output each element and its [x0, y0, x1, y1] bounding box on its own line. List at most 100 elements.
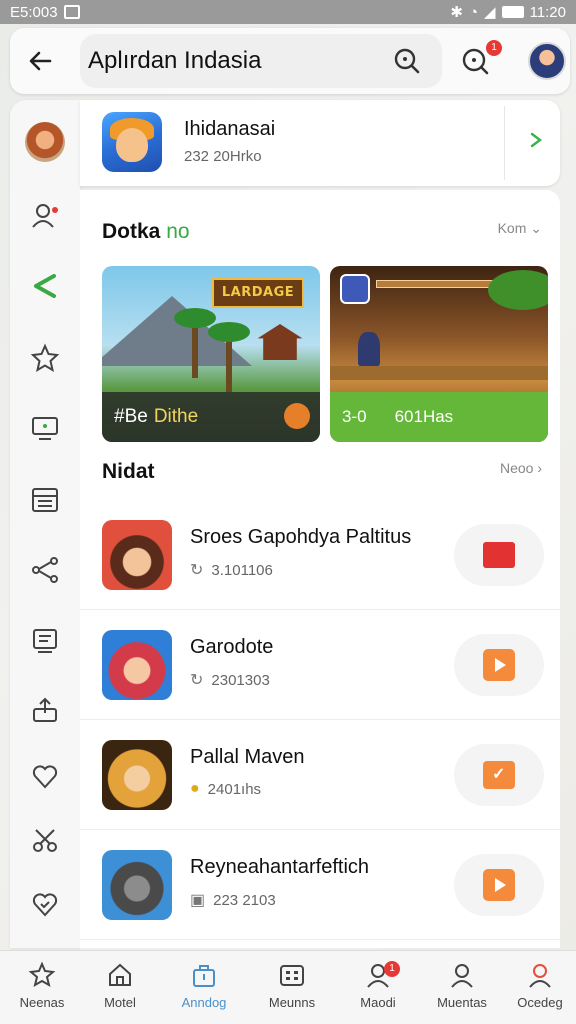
rail-likes[interactable]	[27, 758, 63, 794]
rail-user-avatar[interactable]	[25, 122, 65, 162]
palm-art	[174, 308, 216, 378]
game-banner-1[interactable]: LARDAGE #Be Dithe	[102, 266, 320, 442]
list-item-title: Garodote	[190, 636, 274, 658]
nav-label: Motel	[104, 995, 136, 1010]
game-banner-2[interactable]: 3-0 601Has	[330, 266, 548, 442]
app-icon	[102, 630, 172, 700]
nav-item-neenas[interactable]: Neenas	[6, 961, 78, 1021]
back-button[interactable]	[24, 44, 58, 78]
leaf-art	[488, 270, 548, 310]
rail-monitor[interactable]	[27, 410, 63, 446]
see-more-link-1[interactable]: Kom ⌄	[498, 220, 542, 237]
network-share-icon	[32, 557, 58, 583]
rail-documents[interactable]	[27, 622, 63, 658]
refresh-icon: ↻	[190, 672, 204, 689]
list-item-meta-value: 2301303	[211, 671, 270, 689]
share-icon	[34, 274, 56, 298]
floor-art	[330, 366, 548, 380]
heart-icon	[32, 765, 58, 789]
nav-label: Meunns	[268, 995, 316, 1010]
palm-art	[208, 322, 250, 392]
rail-upload[interactable]	[27, 692, 63, 728]
section-panel: Dotka no Kom ⌄ LARDAGE #Be Dithe 3-0 601…	[80, 190, 560, 948]
account-icon	[529, 964, 551, 988]
play-button[interactable]	[454, 634, 544, 696]
nav-item-maodi[interactable]: 1 Maodi	[342, 961, 414, 1021]
see-more-link-2[interactable]: Neoo ›	[500, 460, 542, 476]
nav-item-motel[interactable]: Motel	[84, 961, 156, 1021]
status-bar: E5:003 ✱ ◔ ◢ 11:20	[0, 0, 576, 24]
monitor-icon	[32, 417, 58, 440]
play-icon	[483, 869, 515, 901]
list-icon	[32, 488, 58, 512]
emoji-icon: ●	[190, 780, 200, 797]
image-icon	[63, 5, 80, 19]
list-item[interactable]: Reyneahantarfeftich ▣ 223 2103	[80, 830, 560, 940]
list-item-meta-value: 3.101106	[211, 561, 273, 579]
chevron-down-icon: ⌄	[530, 220, 542, 236]
nav-label: Anndog	[181, 995, 227, 1010]
featured-app-subtitle: 232 20Hrko	[184, 148, 262, 165]
nav-label: Neenas	[19, 995, 65, 1010]
person-icon	[451, 964, 473, 988]
chevron-right-icon[interactable]	[526, 128, 546, 152]
list-item[interactable]: Garodote ↻ 2301303	[80, 610, 560, 720]
list-item[interactable]: Pallal Maven ● 2401ıhs	[80, 720, 560, 830]
rail-tools[interactable]	[27, 822, 63, 858]
list-item-meta: ● 2401ıhs	[190, 780, 261, 798]
nav-label: Muentas	[437, 995, 487, 1010]
play-button[interactable]	[454, 854, 544, 916]
stop-icon	[483, 542, 515, 568]
rail-list[interactable]	[27, 482, 63, 518]
notification-badge: 1	[486, 40, 502, 56]
list-item[interactable]: Sroes Gapohdya Paltitus ↻ 3.101106	[80, 500, 560, 610]
upload-icon	[33, 697, 57, 722]
rail-share-active[interactable]	[27, 268, 63, 304]
refresh-icon: ↻	[190, 562, 204, 579]
grid-icon	[280, 965, 304, 986]
side-rail	[10, 100, 80, 948]
banner-2-label-b: 601Has	[394, 407, 454, 426]
nav-item-anndog[interactable]: Anndog	[168, 961, 240, 1021]
nav-item-ocedeg[interactable]: Ocedeg	[504, 961, 576, 1021]
game-logo: LARDAGE	[212, 278, 304, 308]
list-item-meta: ▣ 223 2103	[190, 890, 276, 910]
chat-check-icon	[483, 761, 515, 789]
play-icon	[483, 649, 515, 681]
app-bar: Aplırdan Indasia 1	[10, 28, 570, 94]
rail-share[interactable]	[27, 552, 63, 588]
search-icon[interactable]	[392, 46, 422, 76]
app-icon	[102, 740, 172, 810]
add-user-icon	[32, 204, 58, 228]
list-item-title: Reyneahantarfeftich	[190, 856, 370, 878]
status-left-text: E5:003	[10, 3, 58, 21]
app-icon	[102, 520, 172, 590]
app-icon	[102, 850, 172, 920]
status-time: 11:20	[529, 3, 566, 21]
character-art	[358, 332, 380, 366]
bluetooth-icon: ✱	[450, 4, 463, 21]
nav-item-muentas[interactable]: Muentas	[426, 961, 498, 1021]
featured-app-icon	[102, 112, 162, 172]
list-item-meta-value: 223 2103	[213, 891, 276, 909]
rail-saved[interactable]	[27, 886, 63, 922]
banner-1-label-a: #Be	[114, 406, 148, 427]
nav-badge: 1	[384, 961, 400, 977]
nav-item-meunns[interactable]: Meunns	[256, 961, 328, 1021]
title-search-bar[interactable]: Aplırdan Indasia	[80, 34, 442, 88]
arrow-left-icon	[29, 51, 52, 71]
scissors-icon	[33, 829, 57, 852]
game-hud-icon	[340, 274, 370, 304]
featured-app-card[interactable]: Ihidanasai 232 20Hrko	[80, 100, 560, 186]
rail-favorites[interactable]	[27, 340, 63, 376]
profile-avatar[interactable]	[528, 42, 566, 80]
stop-button[interactable]	[454, 524, 544, 586]
list-item-meta: ↻ 2301303	[190, 670, 270, 690]
coin-icon	[284, 403, 310, 429]
section-title-nidat: Nidat	[102, 460, 155, 483]
chat-button[interactable]	[454, 744, 544, 806]
star-icon	[28, 961, 56, 988]
list-item-title: Sroes Gapohdya Paltitus	[190, 526, 412, 548]
rail-add-user[interactable]	[27, 198, 63, 234]
bag-icon	[193, 965, 215, 987]
